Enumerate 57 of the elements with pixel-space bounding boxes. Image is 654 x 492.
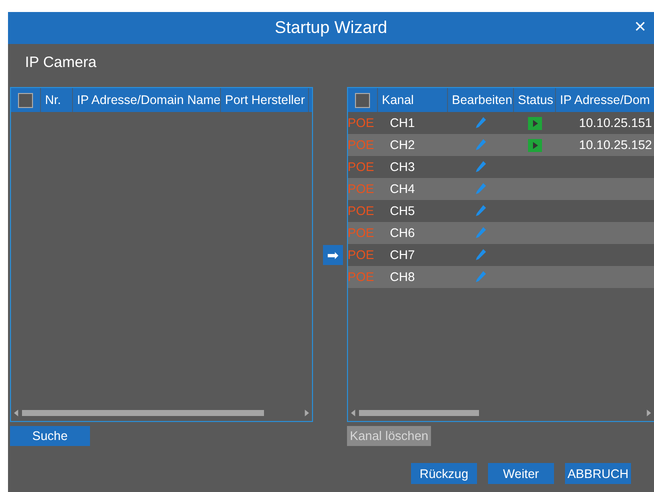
scroll-right-icon[interactable] <box>646 409 651 417</box>
channel-row[interactable]: POE CH6 <box>348 222 654 244</box>
channel-row[interactable]: POE CH1 10.10.25.151 <box>348 112 654 134</box>
table-cell: CH1 <box>390 116 415 130</box>
footer-button[interactable]: Weiter <box>488 463 554 484</box>
table-cell: POE <box>348 138 374 152</box>
table-cell: CH3 <box>390 160 415 174</box>
column-header[interactable]: Bearbeiten <box>452 93 512 107</box>
channel-row[interactable]: POE CH2 10.10.25.152 <box>348 134 654 156</box>
table-cell: CH8 <box>390 270 415 284</box>
column-header[interactable]: IP Adresse/Domain Name <box>77 93 221 107</box>
select-all-checkbox[interactable] <box>354 92 370 108</box>
table-cell: POE <box>348 248 374 262</box>
table-cell: POE <box>348 160 374 174</box>
scroll-right-icon[interactable] <box>304 409 310 417</box>
pencil-icon[interactable] <box>475 226 486 240</box>
search-button[interactable]: Suche <box>10 426 90 446</box>
table-cell: POE <box>348 204 374 218</box>
table-cell: 10.10.25.151 <box>579 116 652 130</box>
channel-row[interactable]: POE CH7 <box>348 244 654 266</box>
pencil-icon[interactable] <box>475 116 486 130</box>
pencil-icon[interactable] <box>475 182 486 196</box>
window-title: Startup Wizard <box>274 18 388 38</box>
close-button[interactable]: × <box>630 16 650 38</box>
select-all-checkbox[interactable] <box>18 92 33 108</box>
column-header[interactable]: Nr. <box>45 93 61 107</box>
table-cell: POE <box>348 270 374 284</box>
table-cell: CH2 <box>390 138 415 152</box>
scroll-left-icon[interactable] <box>14 409 19 417</box>
play-icon[interactable] <box>528 138 542 152</box>
table-cell: CH5 <box>390 204 415 218</box>
table-cell: CH4 <box>390 182 415 196</box>
footer-button[interactable]: Rückzug <box>411 463 477 484</box>
pencil-icon[interactable] <box>475 248 486 262</box>
table-cell: POE <box>348 116 374 130</box>
pencil-icon[interactable] <box>475 160 486 174</box>
add-channel-button[interactable]: ➡ <box>323 244 344 264</box>
pencil-icon[interactable] <box>475 270 486 284</box>
channel-row[interactable]: POE CH3 <box>348 156 654 178</box>
table-cell: CH6 <box>390 226 415 240</box>
table-cell: CH7 <box>390 248 415 262</box>
table-cell: POE <box>348 182 374 196</box>
column-header[interactable]: Port Hersteller <box>225 93 305 107</box>
channel-row[interactable]: POE CH5 <box>348 200 654 222</box>
scroll-left-icon[interactable] <box>350 409 356 417</box>
table-cell: 10.10.25.152 <box>579 138 652 152</box>
column-header[interactable]: Kanal <box>382 93 414 107</box>
footer-button[interactable]: ABBRUCH <box>565 463 631 484</box>
channel-row[interactable]: POE CH8 <box>348 266 654 288</box>
pencil-icon[interactable] <box>475 204 486 218</box>
section-title: IP Camera <box>24 53 98 73</box>
table-cell: POE <box>348 226 374 240</box>
pencil-icon[interactable] <box>475 138 486 152</box>
channel-row[interactable]: POE CH4 <box>348 178 654 200</box>
play-icon[interactable] <box>528 116 542 130</box>
column-header[interactable]: IP Adresse/Dom <box>560 93 650 107</box>
column-header[interactable]: Status <box>518 93 554 107</box>
